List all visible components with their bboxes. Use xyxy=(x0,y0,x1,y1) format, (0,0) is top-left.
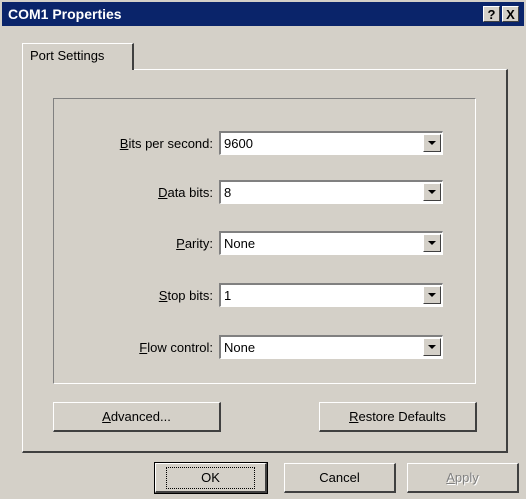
apply-button[interactable]: Apply xyxy=(407,463,519,493)
parity-dropdown-button[interactable] xyxy=(423,234,441,252)
bits-per-second-label: Bits per second: xyxy=(119,136,213,151)
cancel-button-label: Cancel xyxy=(319,470,360,485)
port-settings-panel: Bits per second: 9600 Data bits: 8 Parit… xyxy=(22,69,508,453)
flow-control-dropdown-button[interactable] xyxy=(423,338,441,356)
title-bar[interactable]: COM1 Properties ? X xyxy=(2,2,524,26)
bits-per-second-dropdown-button[interactable] xyxy=(423,134,441,152)
tab-port-settings-label: Port Settings xyxy=(30,48,105,63)
bits-per-second-select[interactable]: 9600 xyxy=(219,131,443,155)
stop-bits-label: Stop bits: xyxy=(158,288,213,303)
ok-button-label: OK xyxy=(166,467,255,489)
chevron-down-icon xyxy=(428,141,436,145)
tab-port-settings[interactable]: Port Settings xyxy=(22,43,134,70)
parity-label: Parity: xyxy=(176,236,213,251)
flow-control-select[interactable]: None xyxy=(219,335,443,359)
restore-defaults-button[interactable]: Restore Defaults xyxy=(319,402,477,432)
flow-control-value: None xyxy=(224,340,256,355)
parity-value: None xyxy=(224,236,256,251)
advanced-button[interactable]: Advanced... xyxy=(53,402,221,432)
flow-control-label: Flow control: xyxy=(139,340,213,355)
chevron-down-icon xyxy=(428,345,436,349)
com1-properties-dialog: COM1 Properties ? X Port Settings Bits p… xyxy=(0,0,526,499)
bits-per-second-value: 9600 xyxy=(224,136,253,151)
stop-bits-value: 1 xyxy=(224,288,232,303)
chevron-down-icon xyxy=(428,293,436,297)
stop-bits-select[interactable]: 1 xyxy=(219,283,443,307)
data-bits-label: Data bits: xyxy=(158,185,213,200)
chevron-down-icon xyxy=(428,190,436,194)
chevron-down-icon xyxy=(428,241,436,245)
stop-bits-dropdown-button[interactable] xyxy=(423,286,441,304)
window-title: COM1 Properties xyxy=(8,6,122,22)
cancel-button[interactable]: Cancel xyxy=(284,463,396,493)
data-bits-value: 8 xyxy=(224,185,232,200)
data-bits-select[interactable]: 8 xyxy=(219,180,443,204)
help-button[interactable]: ? xyxy=(483,6,500,22)
parity-select[interactable]: None xyxy=(219,231,443,255)
ok-button[interactable]: OK xyxy=(154,462,268,494)
data-bits-dropdown-button[interactable] xyxy=(423,183,441,201)
close-button[interactable]: X xyxy=(502,6,519,22)
